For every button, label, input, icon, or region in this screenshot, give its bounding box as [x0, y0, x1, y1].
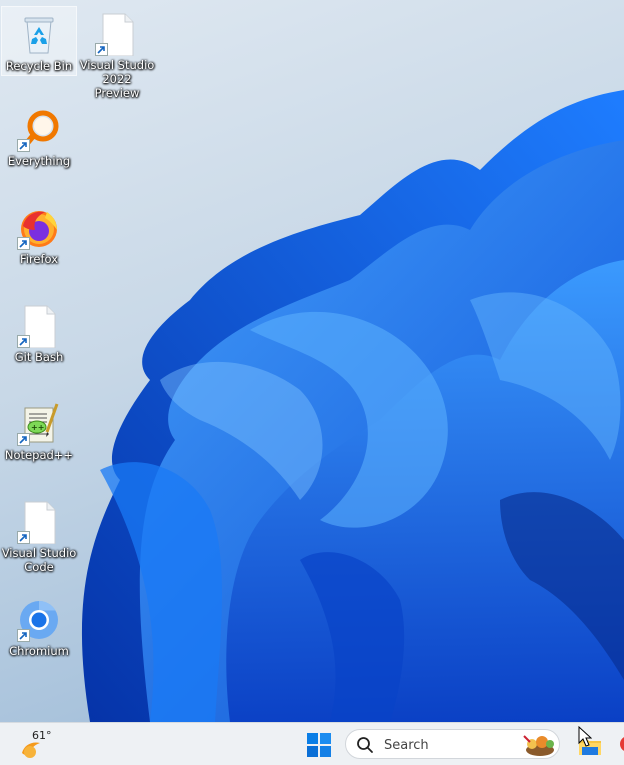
- desktop-icon-notepad-plus-plus[interactable]: ++ Notepad++: [1, 396, 77, 462]
- desktop-icon-label: Git Bash: [14, 350, 64, 364]
- shortcut-arrow-icon: [17, 531, 30, 544]
- desktop-wallpaper: [81, 90, 624, 722]
- desktop-icon-visual-studio-code[interactable]: Visual Studio Code: [1, 494, 77, 574]
- desktop-icon-label: Visual Studio Code: [1, 546, 77, 574]
- desktop-icon-label: Visual Studio 2022 Preview: [79, 58, 155, 100]
- app-icon: [620, 737, 624, 751]
- firefox-icon: [17, 206, 61, 250]
- windows-logo-icon: [307, 733, 331, 757]
- desktop-icon-visual-studio-2022-preview[interactable]: Visual Studio 2022 Preview: [79, 6, 155, 100]
- desktop-icon-label: Notepad++: [4, 448, 74, 462]
- shortcut-arrow-icon: [17, 139, 30, 152]
- mouse-cursor-icon: [578, 726, 592, 747]
- notepadpp-icon: ++: [17, 402, 61, 446]
- shortcut-arrow-icon: [17, 237, 30, 250]
- desktop-icon-git-bash[interactable]: Git Bash: [1, 298, 77, 364]
- shortcut-arrow-icon: [17, 335, 30, 348]
- desktop-icon-label: Firefox: [19, 252, 59, 266]
- magnifier-icon: [17, 108, 61, 152]
- recycle-bin-icon: [17, 13, 61, 57]
- shortcut-arrow-icon: [17, 433, 30, 446]
- desktop-icon-label: Recycle Bin: [5, 59, 73, 73]
- desktop-icon-firefox[interactable]: Firefox: [1, 200, 77, 266]
- shortcut-arrow-icon: [95, 43, 108, 56]
- search-icon: [357, 737, 373, 753]
- weather-temperature: 61°: [32, 729, 52, 742]
- taskbar-app-partial[interactable]: [616, 731, 624, 757]
- search-highlight-icon: [523, 735, 554, 756]
- blank-file-icon: [17, 304, 61, 349]
- start-button[interactable]: [307, 733, 331, 757]
- desktop-icon-label: Chromium: [9, 644, 69, 658]
- chromium-icon: [17, 598, 61, 642]
- desktop-icon-chromium[interactable]: Chromium: [1, 592, 77, 658]
- svg-text:++: ++: [31, 423, 44, 432]
- desktop-icon-recycle-bin[interactable]: Recycle Bin: [1, 6, 77, 76]
- desktop-icon-everything[interactable]: Everything: [1, 102, 77, 168]
- blank-file-icon: [17, 500, 61, 545]
- desktop-icon-label: Everything: [7, 154, 71, 168]
- taskbar: 61°: [0, 722, 624, 765]
- blank-file-icon: [95, 12, 139, 57]
- shortcut-arrow-icon: [17, 629, 30, 642]
- taskbar-search-box[interactable]: [345, 729, 560, 759]
- search-input[interactable]: [382, 735, 516, 755]
